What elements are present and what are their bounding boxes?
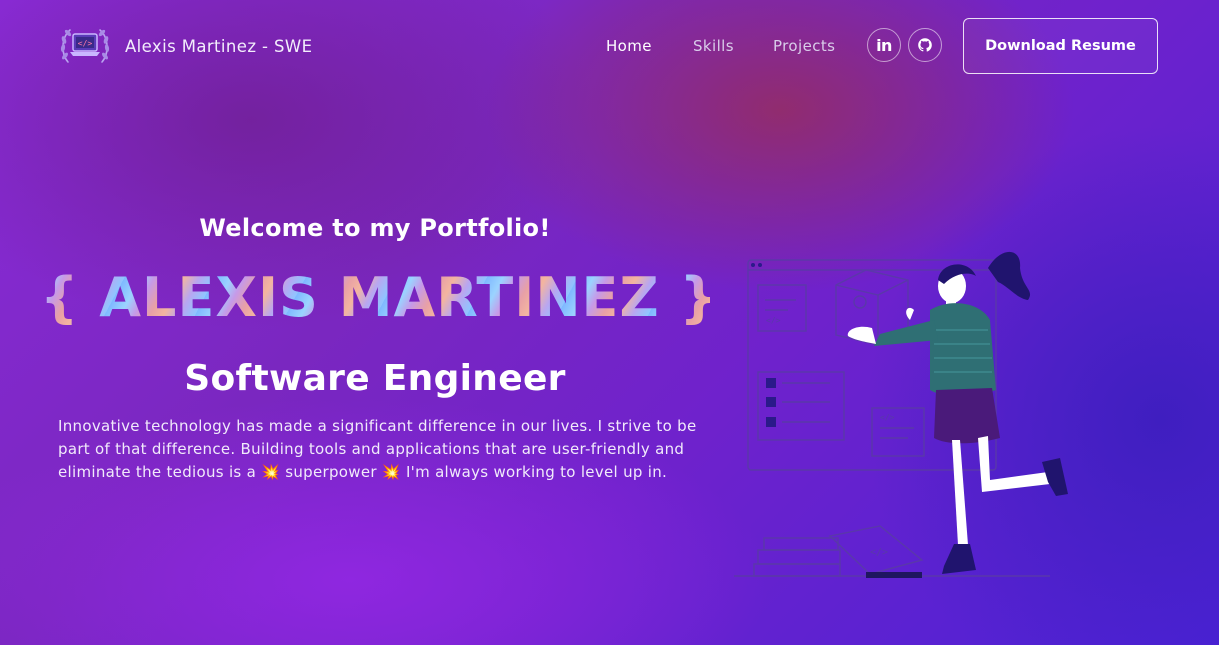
svg-text:</>: </> [880,413,895,422]
top-navbar: </> Alexis Martinez - SWE Home Skills Pr… [0,0,1219,94]
github-icon [918,38,932,52]
name-heading: { ALEXIS MARTINEZ } [40,266,719,329]
download-resume-button[interactable]: Download Resume [963,18,1158,74]
laptop-laurel-logo-icon: </> [60,29,110,63]
svg-text:</>: </> [78,39,93,48]
svg-text:</>: </> [870,547,888,558]
welcome-heading: Welcome to my Portfolio! [199,214,551,242]
role-heading: Software Engineer [184,358,566,399]
brand-name: Alexis Martinez - SWE [125,36,313,56]
github-button[interactable] [908,28,942,62]
nav-link-skills[interactable]: Skills [693,37,734,55]
brand[interactable]: </> Alexis Martinez - SWE [58,22,312,70]
svg-text:</>: </> [766,316,781,325]
linkedin-icon: in [876,35,892,55]
bio-paragraph: Innovative technology has made a signifi… [58,417,697,481]
developer-illustration: </> </> </> [734,251,1068,578]
nav-link-home[interactable]: Home [606,37,652,55]
linkedin-button[interactable]: in [867,28,901,62]
nav-link-projects[interactable]: Projects [773,37,835,55]
